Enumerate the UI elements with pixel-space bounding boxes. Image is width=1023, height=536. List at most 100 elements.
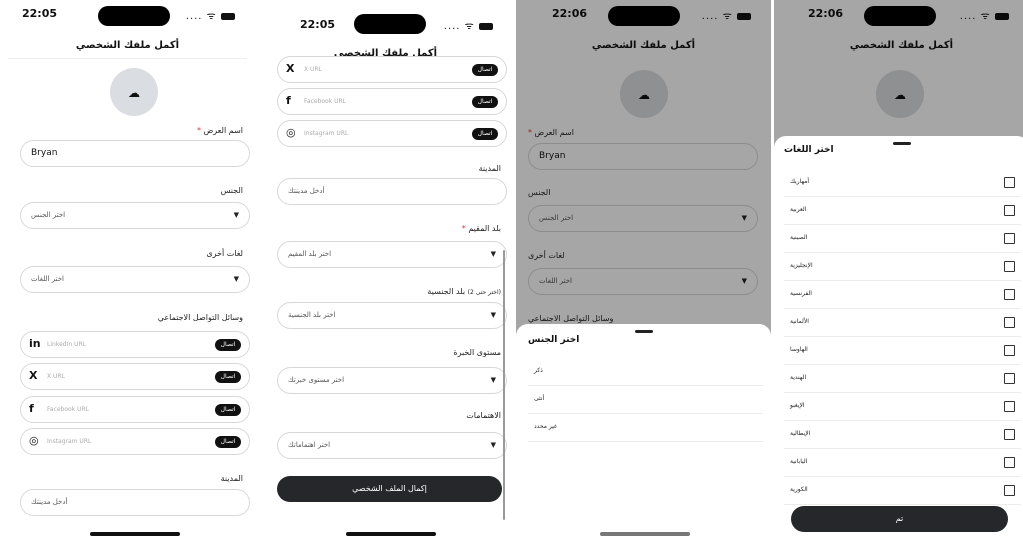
language-option[interactable]: الكورية — [784, 477, 1021, 505]
instagram-icon: ◎ — [29, 434, 39, 447]
language-option-label: الهندية — [790, 374, 807, 381]
languages-bottom-sheet: اختر اللغات أمهاريك العربية الصينية الإنجلي… — [774, 136, 1023, 536]
screen-gender-sheet: 22:06 .... ᯤ أكمل ملفك الشخصي ☁ اسم العر… — [516, 0, 771, 536]
checkbox[interactable] — [1004, 177, 1015, 188]
languages-label: لغات أخرى — [206, 249, 243, 258]
checkbox[interactable] — [1004, 261, 1015, 272]
status-bar: 22:05 .... ᯤ — [0, 6, 255, 26]
cloud-upload-icon: ☁ — [128, 86, 140, 100]
connect-button[interactable]: اتصال — [215, 339, 241, 351]
language-option-label: الهاوسا — [790, 346, 808, 353]
facebook-field[interactable]: f Facebook URL اتصال — [20, 396, 250, 423]
chevron-down-icon: ▼ — [490, 376, 496, 384]
status-time: 22:05 — [300, 18, 336, 31]
language-option-label: الإنجليزية — [790, 262, 813, 269]
gender-bottom-sheet: اختر الجنس ذكر أنثى غير محدد — [516, 324, 771, 536]
instagram-field[interactable]: ◎ Instagram URL اتصال — [277, 120, 507, 147]
language-option[interactable]: الهاوسا — [784, 337, 1021, 365]
checkbox[interactable] — [1004, 233, 1015, 244]
language-option[interactable]: الصينية — [784, 225, 1021, 253]
wifi-icon: ᯤ — [464, 21, 475, 32]
instagram-field[interactable]: ◎ Instagram URL اتصال — [20, 428, 250, 455]
home-indicator — [90, 532, 180, 536]
page-title: أكمل ملفك الشخصي — [75, 40, 180, 51]
residence-select[interactable]: اختر بلد المقيم ▼ — [277, 241, 507, 268]
dynamic-island — [354, 14, 426, 34]
screen-profile-bottom: 22:05 .... ᯤ أكمل ملفك الشخصي XX URL اتصا… — [258, 0, 513, 536]
chevron-down-icon: ▼ — [233, 211, 239, 219]
chevron-down-icon: ▼ — [490, 311, 496, 319]
checkbox[interactable] — [1004, 373, 1015, 384]
social-label: وسائل التواصل الاجتماعي — [157, 313, 243, 322]
nationality-label: (اختر حتى 2) بلد الجنسية — [427, 287, 501, 296]
checkbox[interactable] — [1004, 205, 1015, 216]
sheet-handle[interactable] — [892, 142, 911, 145]
connect-button[interactable]: اتصال — [215, 436, 241, 448]
sheet-title: اختر اللغات — [784, 145, 834, 155]
chevron-down-icon: ▼ — [490, 250, 496, 258]
language-option-label: اليابانية — [790, 458, 808, 465]
language-option[interactable]: أمهاريك — [784, 169, 1021, 197]
connect-button[interactable]: اتصال — [215, 371, 241, 383]
language-option[interactable]: الإيطالية — [784, 421, 1021, 449]
facebook-field[interactable]: f Facebook URL اتصال — [277, 88, 507, 115]
checkbox[interactable] — [1004, 429, 1015, 440]
scrollbar[interactable] — [503, 250, 505, 520]
gender-label: الجنس — [220, 186, 243, 195]
upload-avatar-button[interactable]: ☁ — [110, 68, 158, 116]
gender-option-unspecified[interactable]: غير محدد — [528, 414, 763, 442]
instagram-icon: ◎ — [286, 126, 296, 139]
nationality-select[interactable]: اختر بلد الجنسية ▼ — [277, 302, 507, 329]
residence-label: بلد المقيم * — [461, 224, 501, 233]
languages-select[interactable]: اختر اللغات ▼ — [20, 266, 250, 293]
x-icon: X — [286, 62, 295, 75]
sheet-handle[interactable] — [634, 330, 653, 333]
interests-label: الاهتمامات — [466, 411, 501, 420]
display-name-field[interactable]: Bryan — [20, 140, 250, 167]
facebook-icon: f — [29, 402, 34, 415]
experience-select[interactable]: اختر مستوى خبرتك ▼ — [277, 367, 507, 394]
connect-button[interactable]: اتصال — [472, 96, 498, 108]
gender-select[interactable]: اختر الجنس ▼ — [20, 202, 250, 229]
language-option[interactable]: الإيغبو — [784, 393, 1021, 421]
wifi-icon: ᯤ — [206, 11, 217, 22]
language-option[interactable]: الإنجليزية — [784, 253, 1021, 281]
connect-button[interactable]: اتصال — [215, 404, 241, 416]
city-input[interactable]: أدخل مدينتك — [20, 489, 250, 516]
city-input[interactable]: أدخل مدينتك — [277, 178, 507, 205]
checkbox[interactable] — [1004, 457, 1015, 468]
battery-icon — [479, 22, 493, 30]
x-field[interactable]: XX URL اتصال — [277, 56, 507, 83]
checkbox[interactable] — [1004, 345, 1015, 356]
battery-icon — [221, 12, 235, 20]
x-field[interactable]: XX URL اتصال — [20, 363, 250, 390]
language-option[interactable]: العربية — [784, 197, 1021, 225]
checkbox[interactable] — [1004, 401, 1015, 412]
done-button[interactable]: تم — [791, 506, 1008, 532]
interests-select[interactable]: اختر اهتماماتك ▼ — [277, 432, 507, 459]
linkedin-field[interactable]: in LinkedIn URL اتصال — [20, 331, 250, 358]
x-icon: X — [29, 369, 38, 382]
complete-profile-button[interactable]: إكمال الملف الشخصي — [277, 476, 502, 502]
language-option-label: الألمانية — [790, 318, 809, 325]
language-option[interactable]: الفرنسية — [784, 281, 1021, 309]
linkedin-icon: in — [29, 337, 41, 350]
connect-button[interactable]: اتصال — [472, 64, 498, 76]
chevron-down-icon: ▼ — [233, 275, 239, 283]
connect-button[interactable]: اتصال — [472, 128, 498, 140]
status-bar: 22:05 .... ᯤ — [258, 6, 513, 34]
status-icons: .... ᯤ — [444, 18, 493, 32]
gender-option-female[interactable]: أنثى — [528, 386, 763, 414]
checkbox[interactable] — [1004, 289, 1015, 300]
checkbox[interactable] — [1004, 485, 1015, 496]
language-option-label: الفرنسية — [790, 290, 812, 297]
home-indicator — [600, 532, 690, 536]
checkbox[interactable] — [1004, 317, 1015, 328]
language-option-label: العربية — [790, 206, 807, 213]
divider — [8, 58, 247, 59]
city-label: المدينة — [478, 164, 501, 173]
gender-option-male[interactable]: ذكر — [528, 358, 763, 386]
language-option[interactable]: الألمانية — [784, 309, 1021, 337]
language-option[interactable]: الهندية — [784, 365, 1021, 393]
language-option[interactable]: اليابانية — [784, 449, 1021, 477]
